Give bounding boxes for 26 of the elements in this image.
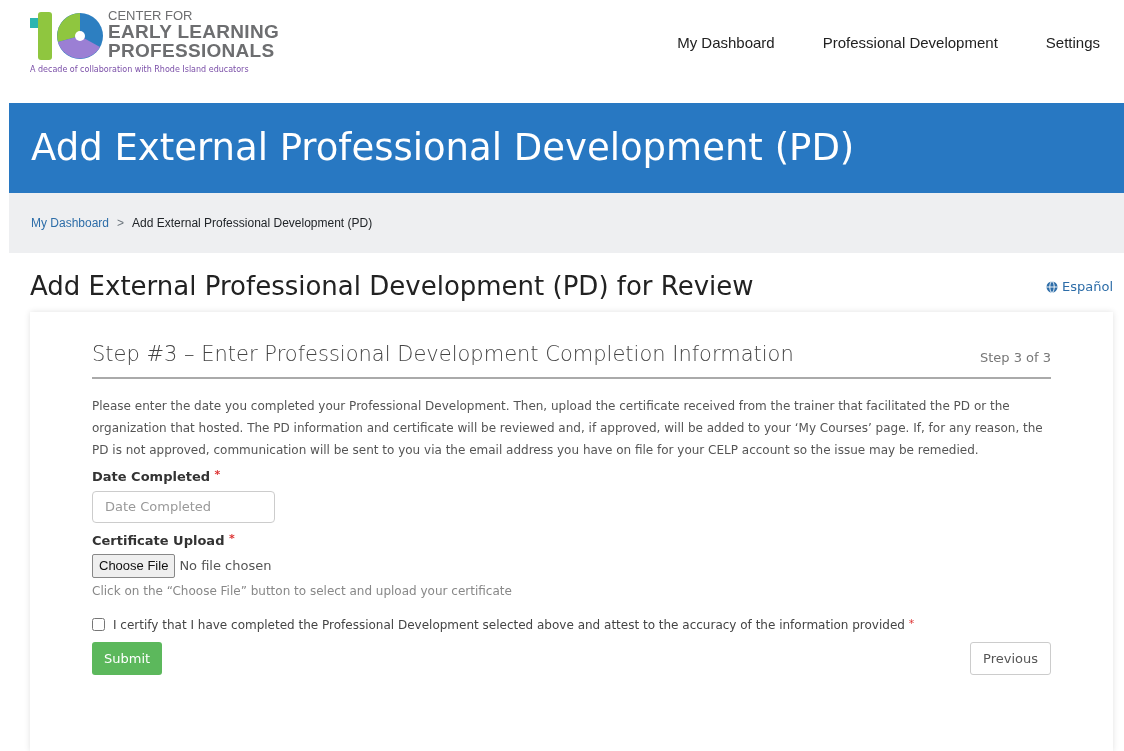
- field-label: Date Completed *: [92, 467, 222, 487]
- breadcrumb-link[interactable]: My Dashboard: [31, 214, 110, 232]
- field-label: Certificate Upload *: [92, 530, 236, 550]
- file-status: No file chosen: [179, 557, 272, 576]
- date-field[interactable]: Date Completed: [92, 490, 275, 523]
- page-title: Add External Professional Development (PD) for Review: [30, 271, 754, 303]
- certify-checkbox[interactable]: [92, 618, 105, 632]
- breadcrumb-current: Add External Professional Development (PD): [132, 215, 373, 232]
- nav-link[interactable]: Professional Development: [822, 32, 998, 103]
- logo-text: EARLY LEARNING: [108, 21, 279, 41]
- logo-tagline: A decade of collaboration with Rhode Island educators: [30, 64, 250, 76]
- certify-label: I certify that I have completed the Professional Development selected above and attest to the accuracy of the information provided *: [113, 615, 915, 634]
- step-counter: Step 3 of 3: [979, 348, 1051, 367]
- step-title: Step #3 – Enter Professional Development Completion Information: [92, 342, 794, 368]
- instructions-text: Please enter the date you completed your Professional Development. Then, upload the certificate received from the trainer that facilitated the PD or the organization that hosted. The PD information and certificate will be reviewed and, if approved, will be added to your ‘My Courses’ page. If, for any reason, the PD is not approved, communication will be sent to you via the email address you have on file for your CELP account so the issue may be remedied.: [92, 398, 1044, 460]
- banner-title: Add External Professional Development (PD): [31, 125, 855, 171]
- help-text: Click on the “Choose File” button to select and upload your certificate: [92, 582, 513, 600]
- logo-text: PROFESSIONALS: [108, 40, 276, 60]
- nav-link[interactable]: My Dashboard: [677, 32, 775, 103]
- nav-link[interactable]: Settings: [1045, 32, 1100, 103]
- language-link[interactable]: Español: [1046, 276, 1113, 297]
- breadcrumb-separator: >: [117, 215, 125, 232]
- globe-icon: [1046, 280, 1058, 293]
- choose-file-button[interactable]: Choose File: [92, 554, 176, 578]
- previous-button[interactable]: Previous: [970, 641, 1051, 676]
- logo-text: CENTER FOR: [108, 8, 194, 22]
